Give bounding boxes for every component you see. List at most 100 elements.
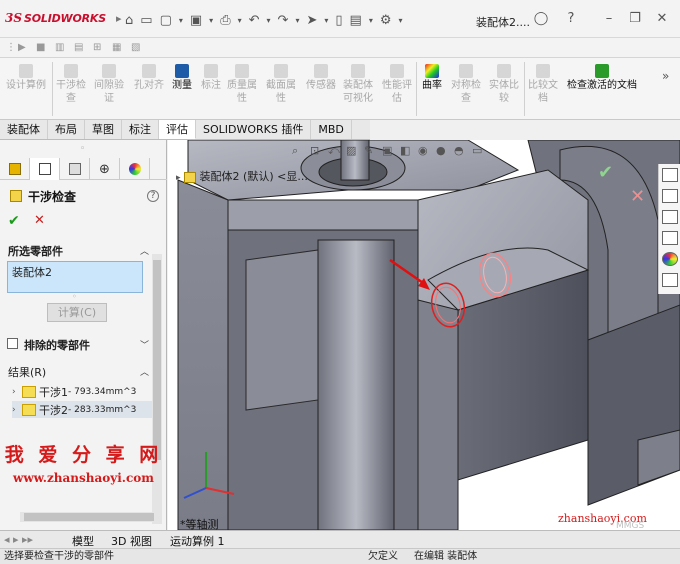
display-style-icon[interactable]: ◧ — [400, 144, 411, 157]
collapse-chevron-icon[interactable]: ︿ — [140, 244, 149, 257]
menu-expand-icon[interactable]: ▸ — [116, 12, 122, 25]
select-icon[interactable]: ➤ — [306, 13, 317, 28]
undo-icon[interactable]: ↶ — [249, 13, 260, 28]
dropdown-icon[interactable]: ▾ — [238, 16, 242, 25]
cancel-button[interactable]: ✕ — [34, 213, 45, 228]
dropdown-icon[interactable]: ▾ — [369, 16, 373, 25]
tab-mbd[interactable]: MBD — [311, 120, 352, 139]
model-3d-view[interactable] — [168, 140, 680, 530]
zoom-to-fit-icon[interactable]: ⌕ — [292, 144, 303, 157]
more-chevron-icon[interactable]: » — [662, 70, 669, 83]
expand-arrow-icon[interactable]: › — [12, 387, 22, 397]
zoom-area-icon[interactable]: ⊡ — [310, 144, 321, 157]
compare-documents-button[interactable]: 比较文档 — [526, 64, 560, 105]
scrollbar-thumb[interactable] — [153, 260, 161, 460]
design-library-icon[interactable] — [661, 189, 678, 203]
expand-chevron-icon[interactable]: ﹀ — [140, 338, 149, 351]
custom-properties-icon[interactable] — [661, 273, 678, 287]
horizontal-scrollbar[interactable] — [20, 512, 160, 522]
expand-arrow-icon[interactable]: › — [12, 405, 22, 415]
performance-evaluation-button[interactable]: 性能评估 — [381, 64, 413, 105]
mass-properties-button[interactable]: 质量属性 — [226, 64, 258, 105]
restore-icon[interactable]: ❐ — [626, 10, 644, 28]
tab-assembly[interactable]: 装配体 — [0, 120, 48, 139]
design-study-button[interactable]: 设计算例 — [4, 64, 48, 92]
tab-model[interactable]: 模型 — [72, 533, 94, 549]
pin-icon[interactable]: ⋮ — [6, 42, 16, 53]
ok-button[interactable]: ✔ — [8, 213, 20, 229]
tab-nav-arrows[interactable]: ◂ ▸ ▸▸ — [4, 533, 33, 546]
selected-item[interactable]: 装配体2 — [12, 266, 52, 279]
panel-grip-icon[interactable]: ◦ — [80, 144, 85, 154]
toolbar-icon[interactable]: ▦ — [112, 42, 121, 53]
dynamic-annotation-icon[interactable]: ✎ — [364, 144, 375, 157]
file-properties-icon[interactable]: ▤ — [350, 13, 362, 28]
graphics-area[interactable]: ⌕ ⊡ ⤺ ▨ ✎ ▣ ◧ ◉ ● ◓ ▭ ▸ 装配体2 (默认) <显... … — [168, 140, 680, 530]
property-manager-tab-icon[interactable] — [30, 158, 60, 180]
tab-evaluate[interactable]: 评估 — [159, 120, 196, 139]
rebuild-icon[interactable]: ▯ — [335, 13, 342, 28]
confirm-ok-icon[interactable]: ✔ — [598, 162, 613, 183]
save-icon[interactable]: ▣ — [190, 13, 202, 28]
result-item[interactable]: › 干涉2- 283.33mm^3 — [12, 401, 152, 418]
clearance-verification-button[interactable]: 间隙验证 — [93, 64, 125, 105]
redo-icon[interactable]: ↷ — [278, 13, 289, 28]
display-manager-tab-icon[interactable] — [120, 158, 150, 180]
configuration-manager-tab-icon[interactable] — [60, 158, 90, 180]
minimize-icon[interactable]: – — [600, 10, 618, 28]
tab-3d-view[interactable]: 3D 视图 — [111, 533, 152, 549]
file-explorer-icon[interactable] — [661, 210, 678, 224]
selected-components-list[interactable]: 装配体2 — [7, 261, 143, 293]
symmetry-check-button[interactable]: 对称检查 — [447, 64, 485, 105]
check-active-document-button[interactable]: 检查激活的文档 — [564, 64, 640, 92]
print-icon[interactable]: ⎙ — [220, 13, 230, 28]
dropdown-icon[interactable]: ▾ — [295, 16, 299, 25]
section-view-icon[interactable]: ▨ — [346, 144, 357, 157]
calculate-button[interactable]: 计算(C) — [47, 303, 107, 322]
curvature-button[interactable]: 曲率 — [419, 64, 445, 92]
toolbar-icon[interactable]: ▥ — [55, 42, 64, 53]
home-icon[interactable]: ⌂ — [125, 13, 133, 28]
measure-button[interactable]: 测量 — [168, 64, 196, 92]
tab-solidworks-addins[interactable]: SOLIDWORKS 插件 — [196, 120, 312, 139]
user-icon[interactable]: ◯ — [532, 10, 550, 28]
resize-handle-icon[interactable]: ◦ — [72, 292, 77, 301]
toolbar-icon[interactable]: ▧ — [131, 42, 140, 53]
feature-manager-tab-icon[interactable] — [0, 158, 30, 180]
toolbar-icon[interactable]: ▤ — [74, 42, 83, 53]
dropdown-icon[interactable]: ▾ — [324, 16, 328, 25]
section-properties-button[interactable]: 截面属性 — [265, 64, 297, 105]
feature-tree-flyout[interactable]: ▸ 装配体2 (默认) <显... — [176, 168, 308, 184]
edit-appearance-icon[interactable]: ● — [436, 144, 447, 157]
dropdown-icon[interactable]: ▾ — [209, 16, 213, 25]
result-item[interactable]: › 干涉1- 793.34mm^3 — [12, 383, 152, 400]
confirm-cancel-icon[interactable]: ✕ — [630, 186, 645, 207]
dropdown-icon[interactable]: ▾ — [179, 16, 183, 25]
interference-check-button[interactable]: 干涉检查 — [56, 64, 86, 105]
dropdown-icon[interactable]: ▾ — [267, 16, 271, 25]
help-icon[interactable]: ? — [562, 10, 580, 28]
view-settings-icon[interactable]: ▭ — [472, 144, 483, 157]
expand-arrow-icon[interactable]: ▸ — [176, 173, 181, 183]
toolbar-icon[interactable]: ⊞ — [93, 42, 101, 53]
compare-bodies-button[interactable]: 实体比较 — [487, 64, 521, 105]
hide-show-icon[interactable]: ◉ — [418, 144, 429, 157]
tab-markup[interactable]: 标注 — [122, 120, 159, 139]
tab-sketch[interactable]: 草图 — [85, 120, 122, 139]
dropdown-icon[interactable]: ▾ — [399, 16, 403, 25]
home-icon[interactable] — [661, 168, 678, 182]
assembly-visualization-button[interactable]: 装配体可视化 — [341, 64, 375, 105]
open-icon[interactable]: ▢ — [160, 13, 172, 28]
hole-alignment-button[interactable]: 孔对齐 — [130, 64, 168, 92]
close-icon[interactable]: ✕ — [653, 10, 671, 28]
options-gear-icon[interactable]: ⚙ — [380, 13, 392, 28]
appearances-icon[interactable] — [661, 252, 678, 266]
new-document-icon[interactable]: ▭ — [140, 13, 152, 28]
tab-layout[interactable]: 布局 — [48, 120, 85, 139]
scrollbar-thumb[interactable] — [24, 513, 154, 521]
dimxpert-tab-icon[interactable]: ⊕ — [90, 158, 120, 180]
view-palette-icon[interactable] — [661, 231, 678, 245]
stop-icon[interactable]: ■ — [36, 42, 45, 53]
play-icon[interactable]: ▶ — [18, 42, 26, 53]
apply-scene-icon[interactable]: ◓ — [454, 144, 465, 157]
